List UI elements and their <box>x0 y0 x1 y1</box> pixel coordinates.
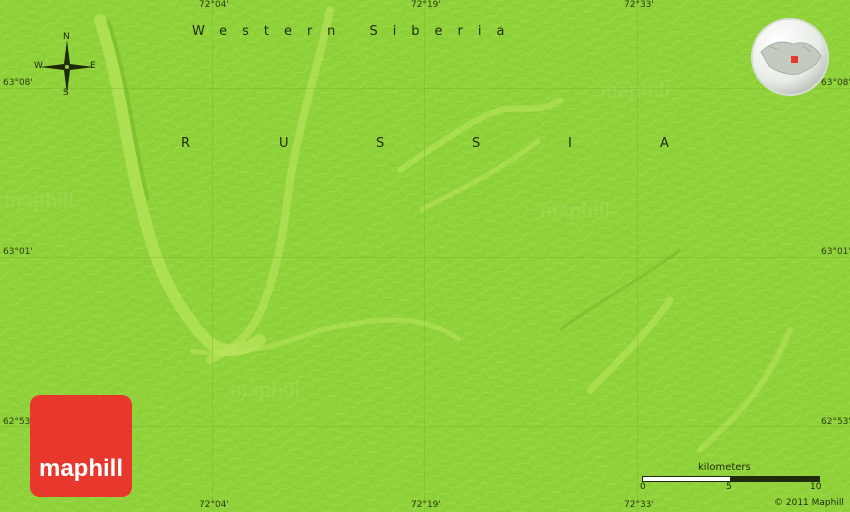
country-letter: I <box>568 136 572 151</box>
coord-bottom-3: 72°33' <box>624 500 654 510</box>
coord-top-3: 72°33' <box>624 0 654 10</box>
coord-top-2: 72°19' <box>411 0 441 10</box>
watermark: maphill <box>540 200 611 222</box>
region-label: Western Siberia <box>192 24 520 39</box>
coord-left-3: 62°53' <box>3 417 33 427</box>
watermark: maphill <box>4 190 75 212</box>
scale-bar: kilometers 0 5 10 <box>638 462 822 492</box>
watermark: maphill <box>600 80 671 102</box>
country-letter: A <box>660 136 669 151</box>
scale-segment <box>642 476 732 482</box>
locator-globe-icon <box>749 16 831 98</box>
compass-rose-icon: N S E W <box>34 32 100 100</box>
grid-line <box>0 257 850 258</box>
coord-top-1: 72°04' <box>199 0 229 10</box>
country-letter: S <box>472 136 481 151</box>
scale-tick: 10 <box>810 482 822 492</box>
maphill-logo[interactable]: maphill <box>30 395 132 497</box>
scale-tick: 5 <box>726 482 732 492</box>
watermark: maphill <box>230 380 301 402</box>
coord-right-2: 63°01' <box>821 247 850 257</box>
coord-bottom-2: 72°19' <box>411 500 441 510</box>
grid-line <box>424 0 425 512</box>
coord-left-1: 63°08' <box>3 78 33 88</box>
scale-tick: 0 <box>640 482 646 492</box>
scale-title: kilometers <box>698 462 751 473</box>
grid-line <box>212 0 213 512</box>
scale-segment <box>730 476 820 482</box>
map-canvas[interactable]: maphill maphill maphill maphill 72°04' 7… <box>0 0 850 512</box>
country-letter: S <box>376 136 385 151</box>
compass-n: N <box>63 32 70 42</box>
grid-line <box>0 88 850 89</box>
coord-left-2: 63°01' <box>3 247 33 257</box>
country-letter: U <box>279 136 289 151</box>
coord-right-3: 62°53' <box>821 417 850 427</box>
compass-s: S <box>63 88 69 98</box>
compass-e: E <box>90 61 96 71</box>
country-letter: R <box>181 136 191 151</box>
grid-line <box>637 0 638 512</box>
copyright: © 2011 Maphill <box>774 498 844 508</box>
logo-text: maphill <box>38 455 123 482</box>
compass-w: W <box>34 61 43 71</box>
coord-bottom-1: 72°04' <box>199 500 229 510</box>
